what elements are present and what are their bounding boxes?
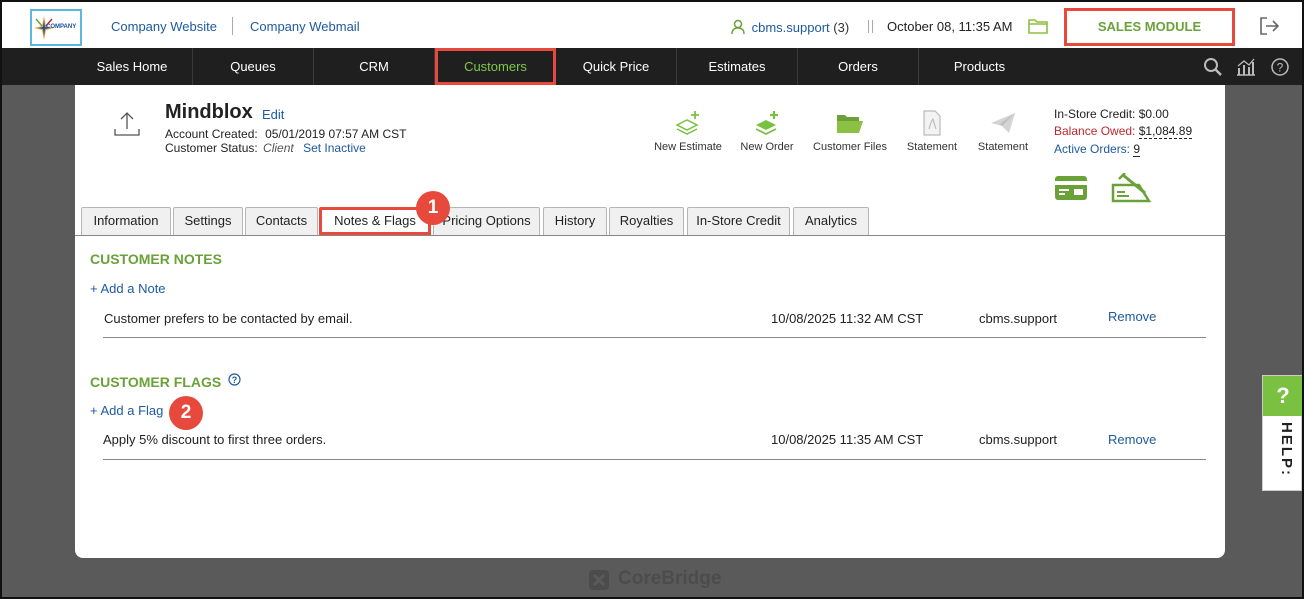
row-divider xyxy=(103,459,1206,460)
user-name: cbms.support xyxy=(751,20,830,35)
customer-files-label: Customer Files xyxy=(813,141,887,153)
in-store-credit: In-Store Credit: $0.00 xyxy=(1054,107,1169,121)
flag-user: cbms.support xyxy=(979,432,1058,447)
customer-flags-title: CUSTOMER FLAGS ? xyxy=(90,373,241,390)
tab-divider xyxy=(75,235,1225,236)
help-question-icon: ? xyxy=(1263,376,1303,416)
nav-crm[interactable]: CRM xyxy=(314,48,435,85)
user-count: (3) xyxy=(833,20,850,35)
svg-text:?: ? xyxy=(232,375,238,385)
remove-flag-link[interactable]: Remove xyxy=(1108,432,1156,447)
note-user: cbms.support xyxy=(979,311,1058,326)
company-logo[interactable]: COMPANY xyxy=(30,9,82,46)
account-created: Account Created: 05/01/2019 07:57 AM CST xyxy=(165,127,407,141)
pdf-icon xyxy=(923,110,941,136)
company-website-link[interactable]: Company Website xyxy=(111,19,217,34)
current-datetime: October 08, 11:35 AM xyxy=(887,19,1013,34)
nav-orders[interactable]: Orders xyxy=(798,48,919,85)
top-bar: COMPANY Company Website Company Webmail … xyxy=(0,0,1304,48)
send-icon xyxy=(991,113,1015,133)
corebridge-brand: CoreBridge xyxy=(618,568,722,589)
user-icon xyxy=(731,19,745,35)
statement-pdf-label: Statement xyxy=(906,141,958,153)
help-label: HELP: xyxy=(1278,422,1295,477)
active-orders-value[interactable]: 9 xyxy=(1133,142,1141,157)
in-store-credit-label: In-Store Credit: xyxy=(1054,107,1136,121)
tab-royalties[interactable]: Royalties xyxy=(609,207,684,235)
folder-open-icon xyxy=(837,115,863,133)
in-store-credit-value: $0.00 xyxy=(1138,107,1169,121)
sales-module-button[interactable]: SALES MODULE xyxy=(1064,8,1235,46)
account-created-value: 05/01/2019 07:57 AM CST xyxy=(265,127,407,141)
active-orders: Active Orders: 9 xyxy=(1054,142,1141,157)
user-menu[interactable]: cbms.support (3) xyxy=(730,19,849,35)
tab-contacts[interactable]: Contacts xyxy=(245,207,318,235)
payment-icon[interactable] xyxy=(1111,173,1151,203)
tab-history[interactable]: History xyxy=(543,207,607,235)
step-badge-2: 2 xyxy=(169,396,203,430)
new-estimate-icon xyxy=(675,111,699,135)
corebridge-logo-icon xyxy=(589,570,609,590)
customer-files-button[interactable]: Customer Files xyxy=(812,109,888,153)
add-flag-link[interactable]: + Add a Flag xyxy=(90,403,163,418)
new-estimate-label: New Estimate xyxy=(654,141,722,153)
tab-analytics[interactable]: Analytics xyxy=(793,207,869,235)
nav-products[interactable]: Products xyxy=(919,48,1040,85)
nav-sales-home[interactable]: Sales Home xyxy=(72,48,193,85)
tab-notes-flags[interactable]: Notes & Flags xyxy=(319,207,431,235)
company-webmail-link[interactable]: Company Webmail xyxy=(250,19,360,34)
customer-name: Mindblox xyxy=(165,101,253,123)
tab-settings[interactable]: Settings xyxy=(173,207,243,235)
nav-quick-price[interactable]: Quick Price xyxy=(556,48,677,85)
add-note-link[interactable]: + Add a Note xyxy=(90,281,166,296)
customer-status: Customer Status: Client Set Inactive xyxy=(165,141,366,155)
new-order-icon xyxy=(755,111,778,136)
info-help-icon[interactable]: ? xyxy=(228,373,241,386)
balance-owed-value[interactable]: $1,084.89 xyxy=(1138,124,1193,139)
customer-flags-title-text: CUSTOMER FLAGS xyxy=(90,374,222,390)
divider xyxy=(868,20,873,33)
frame-edge xyxy=(0,85,2,599)
flag-text: Apply 5% discount to first three orders. xyxy=(103,432,327,447)
svg-text:?: ? xyxy=(1277,61,1284,75)
note-text: Customer prefers to be contacted by emai… xyxy=(104,311,353,326)
statement-send-label: Statement xyxy=(977,141,1029,153)
nav-queues[interactable]: Queues xyxy=(193,48,314,85)
logo-text: COMPANY xyxy=(46,24,77,30)
statement-pdf-button[interactable]: Statement xyxy=(904,109,960,153)
tab-information[interactable]: Information xyxy=(81,207,171,235)
customer-notes-title: CUSTOMER NOTES xyxy=(90,251,222,267)
credit-card-icon[interactable] xyxy=(1054,175,1088,201)
new-order-label: New Order xyxy=(740,141,794,153)
folder-icon[interactable] xyxy=(1028,18,1048,34)
search-icon[interactable] xyxy=(1203,57,1223,77)
tab-in-store-credit[interactable]: In-Store Credit xyxy=(687,207,790,235)
row-divider xyxy=(103,337,1206,338)
logout-icon[interactable] xyxy=(1258,16,1280,36)
main-nav: Sales Home Queues CRM Customers Quick Pr… xyxy=(0,48,1304,85)
customer-status-value: Client xyxy=(263,141,294,155)
note-date: 10/08/2025 11:32 AM CST xyxy=(771,311,924,326)
help-tab[interactable]: ? HELP: xyxy=(1262,375,1303,491)
new-estimate-button[interactable]: New Estimate xyxy=(653,109,723,153)
remove-note-link[interactable]: Remove xyxy=(1108,309,1156,324)
account-created-label: Account Created: xyxy=(165,127,258,141)
step-badge-1: 1 xyxy=(416,191,450,225)
nav-estimates[interactable]: Estimates xyxy=(677,48,798,85)
nav-customers[interactable]: Customers xyxy=(435,48,556,85)
balance-owed: Balance Owed: $1,084.89 xyxy=(1054,124,1193,139)
customer-panel: Mindblox Edit Account Created: 05/01/201… xyxy=(75,85,1225,558)
upload-icon[interactable] xyxy=(112,109,142,139)
help-circle-icon[interactable]: ? xyxy=(1270,57,1290,77)
customer-status-label: Customer Status: xyxy=(165,141,258,155)
flag-date: 10/08/2025 11:35 AM CST xyxy=(771,432,924,447)
statement-send-button[interactable]: Statement xyxy=(975,109,1031,153)
set-inactive-link[interactable]: Set Inactive xyxy=(303,141,366,155)
edit-customer-link[interactable]: Edit xyxy=(262,107,284,122)
active-orders-label: Active Orders: xyxy=(1054,142,1131,156)
analytics-icon[interactable] xyxy=(1235,57,1257,77)
new-order-button[interactable]: New Order xyxy=(739,109,795,153)
balance-owed-label: Balance Owed: xyxy=(1054,124,1136,138)
divider xyxy=(232,17,233,35)
